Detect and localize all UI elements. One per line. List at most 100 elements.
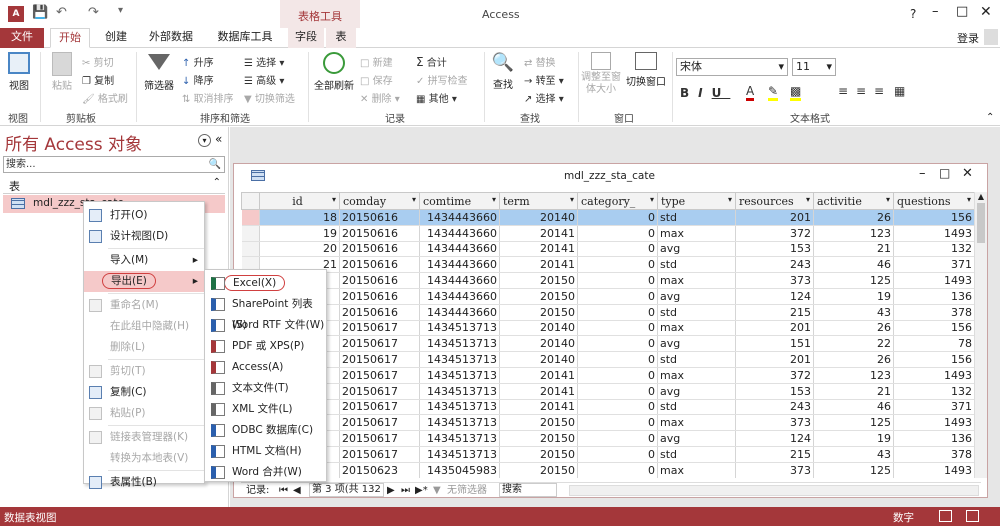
table-cell[interactable]: 22 <box>813 335 894 353</box>
minimize-icon[interactable]: – <box>919 166 926 181</box>
column-header[interactable]: id ▾ <box>259 192 340 210</box>
table-cell[interactable]: 1434443660 <box>419 241 500 258</box>
table-cell[interactable]: 1434443660 <box>419 288 500 305</box>
table-cell[interactable]: avg <box>657 288 736 305</box>
column-dropdown-icon[interactable]: ▾ <box>570 195 574 204</box>
table-cell[interactable]: 0 <box>577 430 658 447</box>
table-cell[interactable]: 1434513713 <box>419 335 500 353</box>
table-cell[interactable]: 0 <box>577 399 658 416</box>
table-cell[interactable]: 201 <box>735 351 814 368</box>
table-cell[interactable]: 21 <box>813 241 894 258</box>
table-cell[interactable]: 20141 <box>499 383 578 400</box>
table-cell[interactable]: 0 <box>577 446 658 463</box>
table-cell[interactable]: 20150617 <box>339 446 420 463</box>
table-cell[interactable]: 373 <box>735 414 814 432</box>
collapse-ribbon-icon[interactable]: ⌃ <box>986 112 994 123</box>
table-cell[interactable]: 215 <box>735 446 814 463</box>
toggle-filter-button[interactable]: ▼ 切换筛选 <box>244 90 295 105</box>
table-cell[interactable]: 156 <box>893 320 974 337</box>
table-cell[interactable]: 0 <box>577 241 658 258</box>
table-row[interactable]: 20150617 1434513713 20141 0 max 372 123 1493 <box>241 367 974 384</box>
table-cell[interactable]: 19 <box>813 288 894 305</box>
tab-table[interactable]: 表 <box>326 28 356 48</box>
table-cell[interactable]: 0 <box>577 225 658 242</box>
login-link[interactable]: 登录 <box>957 30 979 46</box>
table-cell[interactable]: std <box>657 209 736 226</box>
context-menu-item[interactable]: 删除(L) <box>84 337 204 358</box>
table-cell[interactable]: 1434513713 <box>419 383 500 400</box>
table-cell[interactable]: 20150616 <box>339 209 420 226</box>
export-menu-item[interactable]: Excel(X) <box>205 273 326 294</box>
context-menu-item[interactable]: 表属性(B) <box>84 472 204 493</box>
table-cell[interactable]: 20150616 <box>339 241 420 258</box>
export-menu-item[interactable]: SharePoint 列表(S) <box>205 294 326 331</box>
table-cell[interactable]: max <box>657 225 736 242</box>
column-dropdown-icon[interactable]: ▾ <box>412 195 416 204</box>
table-cell[interactable]: 1434513713 <box>419 414 500 432</box>
table-cell[interactable]: 372 <box>735 367 814 384</box>
table-cell[interactable]: 1435045983 <box>419 462 500 478</box>
row-selector[interactable] <box>241 225 260 242</box>
export-menu-item[interactable]: Word RTF 文件(W) <box>205 315 326 336</box>
table-cell[interactable]: 20140 <box>499 209 578 226</box>
context-menu-item[interactable]: 导入(M) ▸ <box>84 250 204 271</box>
column-dropdown-icon[interactable]: ▾ <box>806 195 810 204</box>
table-cell[interactable]: 372 <box>735 225 814 242</box>
shutter-bar-icon[interactable]: « <box>215 132 222 146</box>
advanced-button[interactable]: ☰ 高级 ▾ <box>244 72 284 87</box>
table-row[interactable]: 20150617 1434513713 20150 0 max 373 125 1493 <box>241 414 974 432</box>
table-cell[interactable]: 132 <box>893 241 974 258</box>
nav-pane-title[interactable]: 所有 Access 对象 <box>5 130 142 155</box>
table-cell[interactable]: 153 <box>735 241 814 258</box>
table-cell[interactable]: 43 <box>813 446 894 463</box>
table-cell[interactable]: avg <box>657 335 736 353</box>
table-cell[interactable]: 20150616 <box>339 304 420 321</box>
cut-button[interactable]: ✂ 剪切 <box>82 54 114 69</box>
table-cell[interactable]: 1434513713 <box>419 399 500 416</box>
table-cell[interactable]: 20150617 <box>339 414 420 432</box>
table-row[interactable]: 20150617 1434513713 20150 0 avg 124 19 136 <box>241 430 974 447</box>
view-button[interactable]: 视图 <box>4 52 34 92</box>
table-cell[interactable]: 373 <box>735 462 814 478</box>
table-cell[interactable]: 20150617 <box>339 320 420 337</box>
context-menu-item[interactable]: 转换为本地表(V) <box>84 448 204 469</box>
column-dropdown-icon[interactable]: ▾ <box>332 195 336 204</box>
table-cell[interactable]: 20141 <box>499 367 578 384</box>
table-cell[interactable]: 20150 <box>499 304 578 321</box>
paste-button[interactable]: 粘贴 <box>46 52 78 92</box>
table-cell[interactable]: 20140 <box>499 335 578 353</box>
column-dropdown-icon[interactable]: ▾ <box>886 195 890 204</box>
context-menu-item[interactable]: 重命名(M) <box>84 295 204 316</box>
table-cell[interactable]: 20150616 <box>339 272 420 289</box>
table-cell[interactable]: std <box>657 351 736 368</box>
table-cell[interactable]: 20150 <box>499 446 578 463</box>
table-cell[interactable]: 125 <box>813 272 894 289</box>
tab-external-data[interactable]: 外部数据 <box>142 28 200 48</box>
column-dropdown-icon[interactable]: ▾ <box>492 195 496 204</box>
replace-button[interactable]: ⇄ 替换 <box>524 54 556 69</box>
highlight-icon[interactable]: ✎ <box>768 84 779 101</box>
table-cell[interactable]: 26 <box>813 209 894 226</box>
table-cell[interactable]: 1434513713 <box>419 320 500 337</box>
table-cell[interactable]: 1434443660 <box>419 272 500 289</box>
switch-window-button[interactable]: 切换窗口 <box>624 52 668 88</box>
no-filter-button[interactable]: 无筛选器 <box>447 483 487 498</box>
table-cell[interactable]: std <box>657 256 736 274</box>
design-view-icon[interactable] <box>966 510 979 522</box>
table-cell[interactable]: 124 <box>735 288 814 305</box>
table-cell[interactable]: 1493 <box>893 367 974 384</box>
table-cell[interactable]: 243 <box>735 399 814 416</box>
table-row[interactable]: 20150623 1435045983 20150 0 max 373 125 1493 <box>241 462 974 478</box>
customize-qat-icon[interactable]: ▾ <box>118 5 123 16</box>
column-header[interactable]: activitie ▾ <box>813 192 894 210</box>
table-cell[interactable]: 0 <box>577 462 658 478</box>
selection-button[interactable]: ☰ 选择 ▾ <box>244 54 284 69</box>
table-row[interactable]: 20150616 1434443660 20150 0 avg 124 19 136 <box>241 288 974 305</box>
export-menu-item[interactable]: Word 合并(W) <box>205 462 326 483</box>
table-cell[interactable]: 0 <box>577 256 658 274</box>
context-menu-item[interactable]: 剪切(T) <box>84 361 204 382</box>
table-cell[interactable]: 20150617 <box>339 367 420 384</box>
table-cell[interactable]: 0 <box>577 335 658 353</box>
filter-button[interactable]: 筛选器 <box>140 52 178 92</box>
copy-button[interactable]: ❐ 复制 <box>82 72 114 87</box>
